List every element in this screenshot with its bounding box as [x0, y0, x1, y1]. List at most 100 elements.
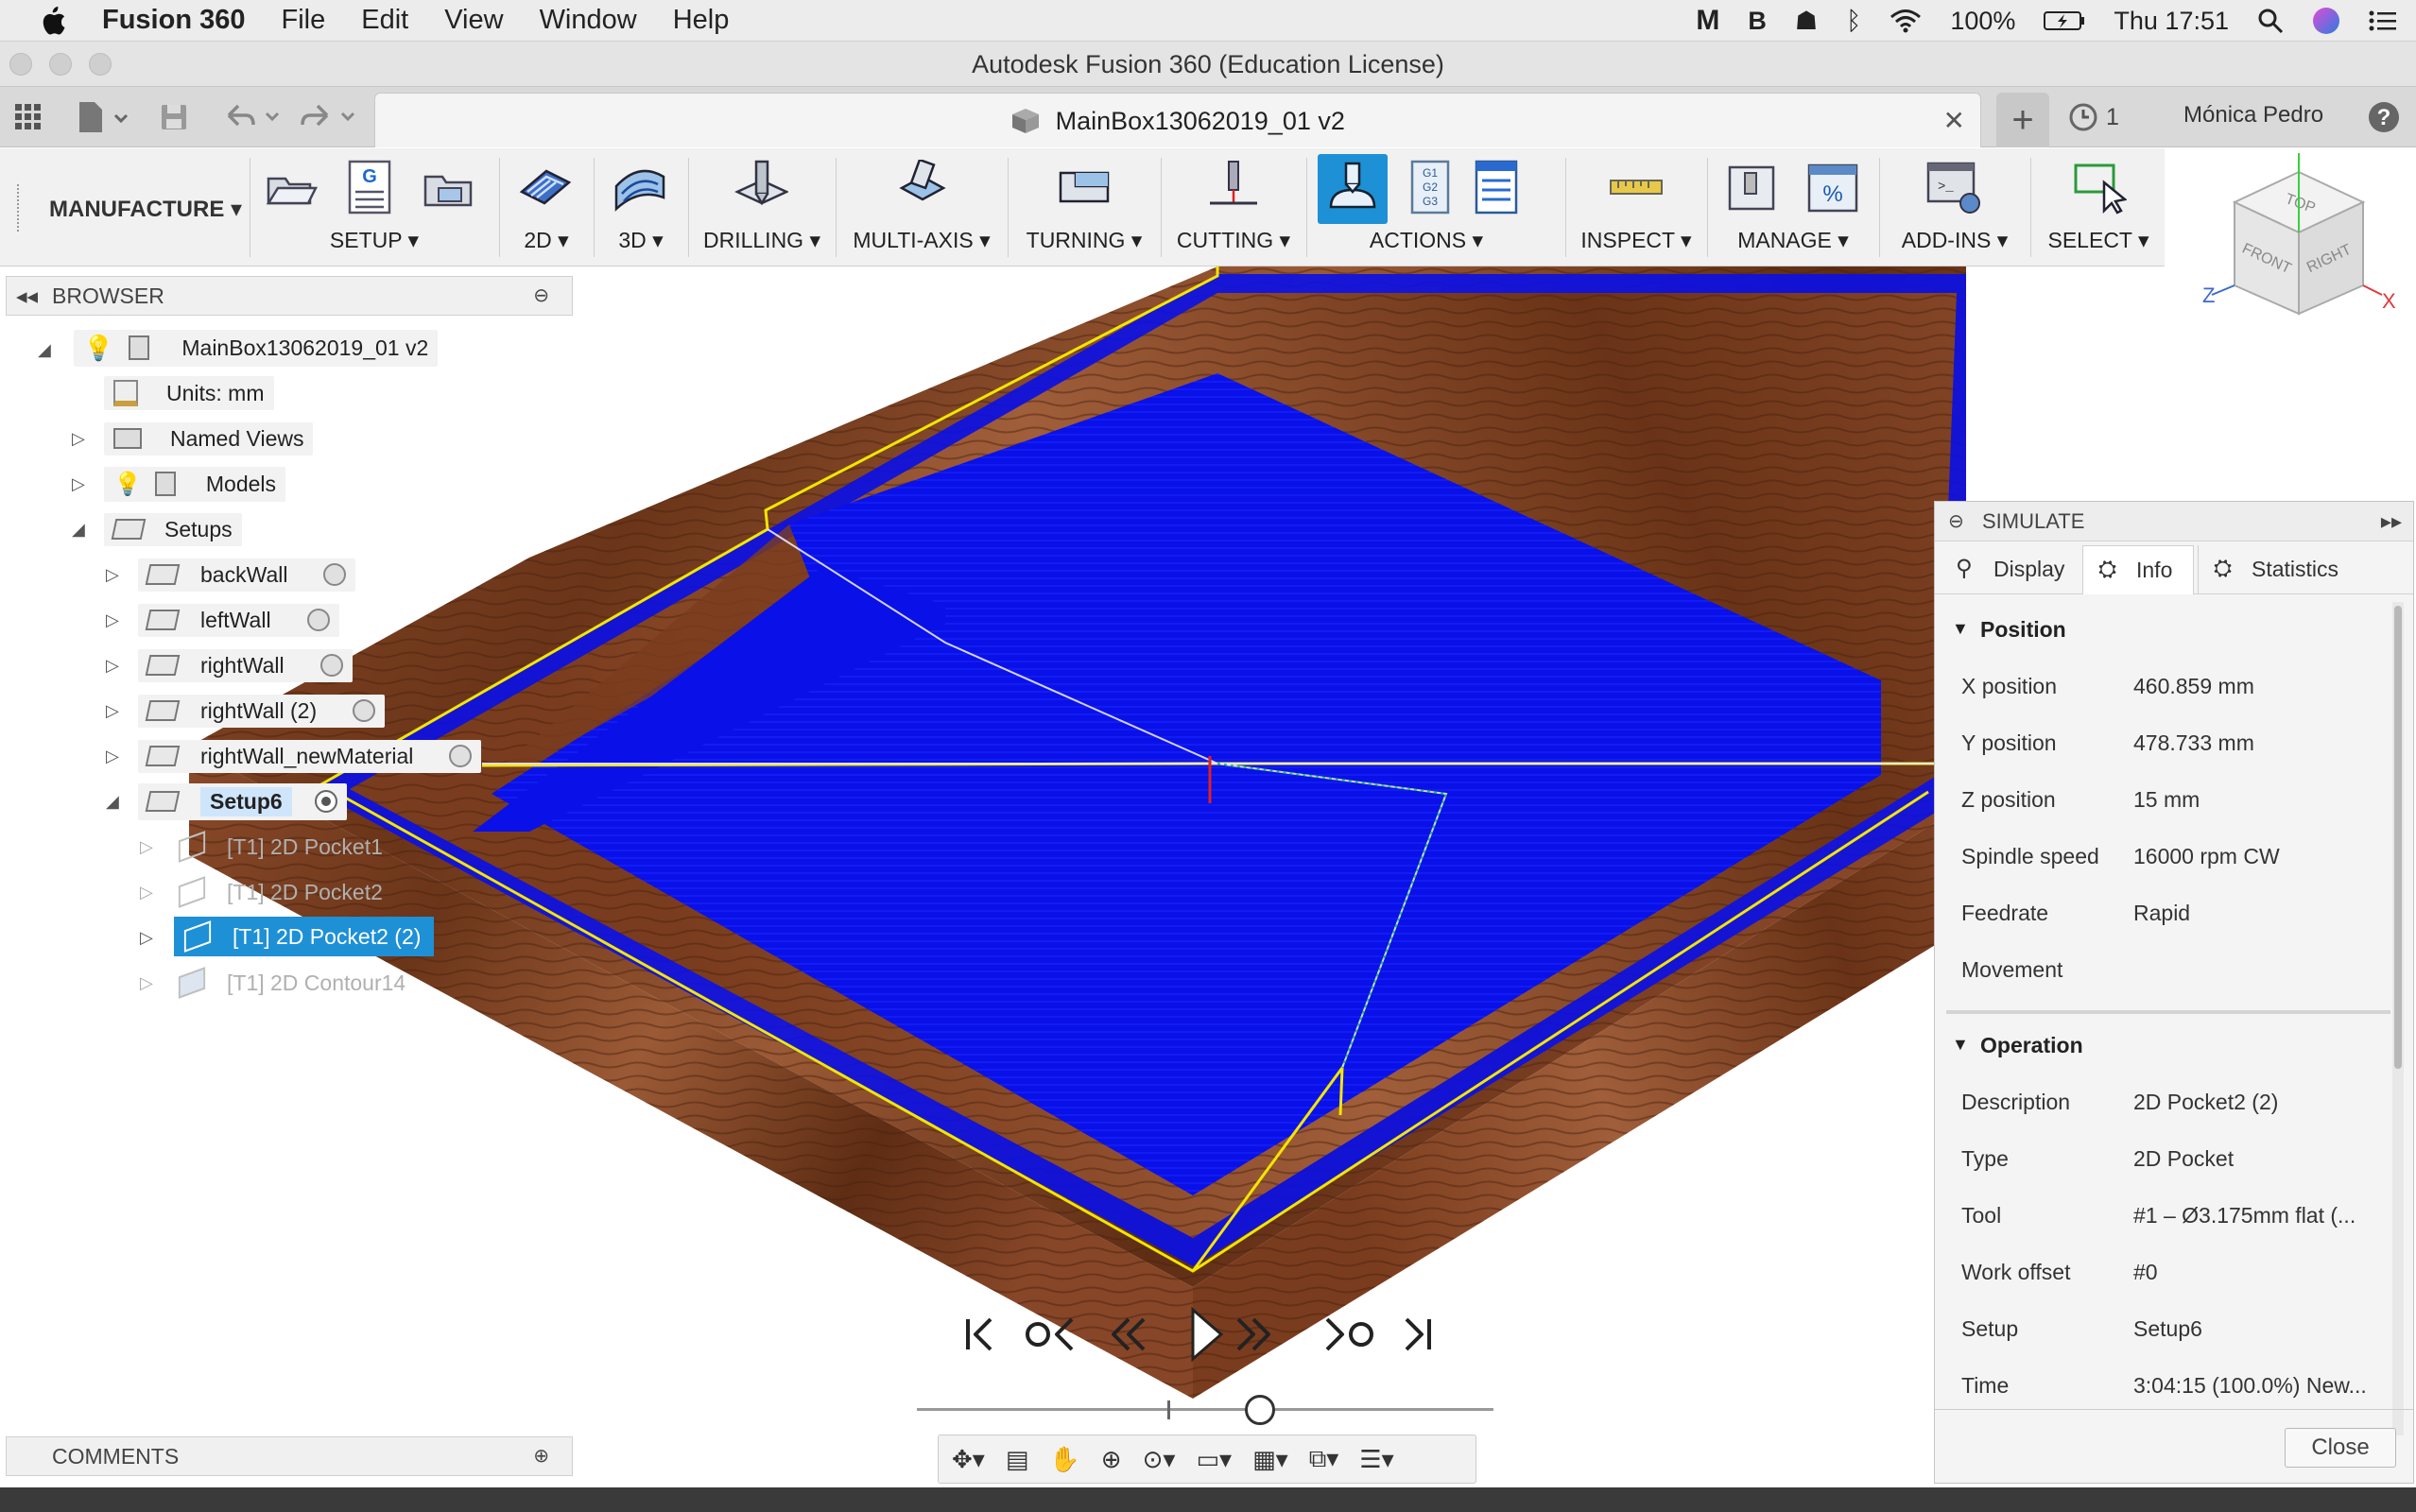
close-button[interactable]: Close [2285, 1428, 2396, 1468]
environment-icon[interactable]: ☰▾ [1359, 1445, 1393, 1474]
toolbar-group-manage[interactable]: % MANAGE ▾ [1709, 148, 1877, 266]
job-status[interactable]: 1 [2068, 100, 2119, 134]
toolbar-group-actions[interactable]: G1 G2 G3 ACTIONS ▾ [1308, 148, 1545, 266]
tool-library-icon[interactable] [1724, 160, 1779, 215]
workspace-switcher[interactable]: MANUFACTURE ▾ [49, 196, 242, 223]
notification-center-icon[interactable] [2369, 9, 2397, 32]
window-minimize-button[interactable] [49, 53, 72, 76]
display-settings-icon[interactable]: ▭▾ [1196, 1445, 1232, 1474]
tree-operation[interactable]: [T1] 2D Pocket1 [178, 828, 383, 866]
tree-setups[interactable]: Setups [104, 510, 242, 548]
toolbar-group-2d[interactable]: 2D ▾ [501, 148, 592, 266]
tree-operation-selected[interactable]: [T1] 2D Pocket2 (2) [174, 917, 435, 956]
redo-icon[interactable] [299, 102, 359, 132]
undo-icon[interactable] [223, 102, 284, 132]
app-menu[interactable]: Fusion 360 [102, 5, 246, 36]
step-back-button[interactable] [1112, 1317, 1146, 1351]
fit-icon[interactable]: ⊙▾ [1143, 1445, 1176, 1474]
battery-icon[interactable] [2044, 9, 2085, 32]
help-icon[interactable]: ? [2367, 100, 2401, 134]
tab-display[interactable]: ⚲ Display [1941, 545, 2080, 594]
collapse-browser-icon[interactable]: ◂◂ [16, 277, 38, 315]
browser-pin-icon[interactable]: ⊖ [533, 277, 549, 315]
apps-grid-icon[interactable] [13, 102, 43, 132]
next-operation-button[interactable] [1325, 1317, 1373, 1351]
save-icon[interactable] [159, 102, 189, 132]
apple-icon[interactable] [38, 6, 66, 36]
user-name[interactable]: Mónica Pedro [2183, 102, 2323, 129]
file-menu-icon[interactable] [76, 100, 129, 134]
2d-pocket-icon[interactable] [518, 160, 573, 215]
post-process-icon[interactable]: G1G2G3 [1403, 160, 1458, 215]
menu-edit[interactable]: Edit [361, 5, 408, 36]
tree-named-views[interactable]: Named Views [104, 420, 314, 457]
siri-icon[interactable] [2312, 7, 2340, 35]
collapse-arrow-icon[interactable]: ◢ [72, 520, 85, 540]
expand-arrow-icon[interactable]: ▷ [106, 565, 119, 585]
menu-view[interactable]: View [444, 5, 503, 36]
nc-program-icon[interactable]: G [342, 160, 397, 215]
skip-to-end-button[interactable] [1405, 1317, 1431, 1351]
new-tab-button[interactable]: + [1996, 93, 2049, 147]
tree-setup-item[interactable]: rightWall [138, 646, 353, 684]
section-collapse-icon[interactable]: ▼ [1952, 619, 1969, 639]
tree-setup-item[interactable]: rightWall_newMaterial [138, 737, 482, 775]
playback-timeline[interactable] [917, 1391, 1493, 1429]
status-app-icon[interactable]: B [1748, 7, 1767, 36]
toolbar-group-select[interactable]: SELECT ▾ [2032, 148, 2165, 266]
toolbar-group-turning[interactable]: TURNING ▾ [1010, 148, 1159, 266]
viewports-icon[interactable]: ⧉▾ [1309, 1444, 1339, 1474]
collapse-panel-icon[interactable]: ▸▸ [2381, 502, 2402, 541]
tree-models[interactable]: 💡 Models [104, 465, 286, 503]
toolbar-group-cutting[interactable]: CUTTING ▾ [1163, 148, 1304, 266]
tree-setup-item-active[interactable]: Setup6 [138, 782, 347, 820]
expand-arrow-icon[interactable]: ▷ [106, 747, 119, 766]
collapse-arrow-icon[interactable]: ◢ [106, 792, 119, 812]
window-zoom-button[interactable] [89, 53, 112, 76]
close-tab-icon[interactable]: ✕ [1943, 105, 1965, 136]
simulate-button[interactable] [1318, 154, 1388, 224]
pan-icon[interactable]: ✋ [1049, 1445, 1079, 1474]
toolbar-grip[interactable] [17, 184, 21, 232]
comments-add-icon[interactable]: ⊕ [533, 1437, 549, 1475]
document-tab[interactable]: MainBox13062019_01 v2 ✕ [374, 93, 1981, 147]
expand-arrow-icon[interactable]: ▷ [106, 701, 119, 721]
step-forward-button[interactable] [1236, 1317, 1270, 1351]
panel-pin-icon[interactable]: ⊖ [1948, 502, 1964, 541]
spotlight-search-icon[interactable] [2257, 8, 2284, 34]
turning-icon[interactable] [1057, 160, 1112, 215]
tab-statistics[interactable]: ⛭ Statistics [2198, 545, 2402, 594]
setup-sheet-icon[interactable] [1469, 160, 1524, 215]
orbit-icon[interactable]: ✥▾ [952, 1445, 985, 1474]
tab-info[interactable]: ⛭ Info [2082, 545, 2194, 594]
previous-operation-button[interactable] [1026, 1317, 1074, 1351]
scrollbar-thumb[interactable] [2394, 606, 2402, 1069]
collapse-arrow-icon[interactable]: ◢ [38, 340, 51, 360]
tree-units[interactable]: Units: mm [104, 374, 274, 412]
tree-setup-item[interactable]: leftWall [138, 601, 339, 639]
menu-window[interactable]: Window [540, 5, 637, 36]
play-button[interactable] [1191, 1306, 1224, 1363]
toolbar-group-setup[interactable]: G SETUP ▾ [251, 148, 497, 266]
measure-icon[interactable] [1609, 160, 1664, 215]
folder-setup-icon[interactable] [422, 160, 476, 215]
view-cube[interactable]: TOP FRONT RIGHT Y Z X [2193, 121, 2401, 380]
position-section-title[interactable]: Position [1980, 617, 2066, 643]
lightbulb-icon[interactable]: 💡 [83, 334, 113, 363]
expand-arrow-icon[interactable]: ▷ [106, 656, 119, 676]
menu-help[interactable]: Help [673, 5, 730, 36]
lightbulb-icon[interactable]: 💡 [113, 471, 142, 498]
tree-operation[interactable]: [T1] 2D Pocket2 [178, 873, 383, 911]
template-library-icon[interactable]: % [1805, 160, 1860, 215]
wifi-icon[interactable] [1890, 9, 1922, 33]
clock[interactable]: Thu 17:51 [2114, 7, 2229, 36]
alien-icon[interactable]: ☗ [1795, 7, 1818, 36]
grid-settings-icon[interactable]: ▦▾ [1252, 1445, 1288, 1474]
expand-arrow-icon[interactable]: ▷ [140, 883, 153, 902]
toolbar-group-drilling[interactable]: DRILLING ▾ [690, 148, 834, 266]
menu-file[interactable]: File [282, 5, 326, 36]
expand-arrow-icon[interactable]: ▷ [140, 973, 153, 993]
toolbar-group-add-ins[interactable]: >_ ADD-INS ▾ [1881, 148, 2028, 266]
tree-setup-item[interactable]: rightWall (2) [138, 692, 386, 730]
setup-icon[interactable] [263, 160, 318, 215]
